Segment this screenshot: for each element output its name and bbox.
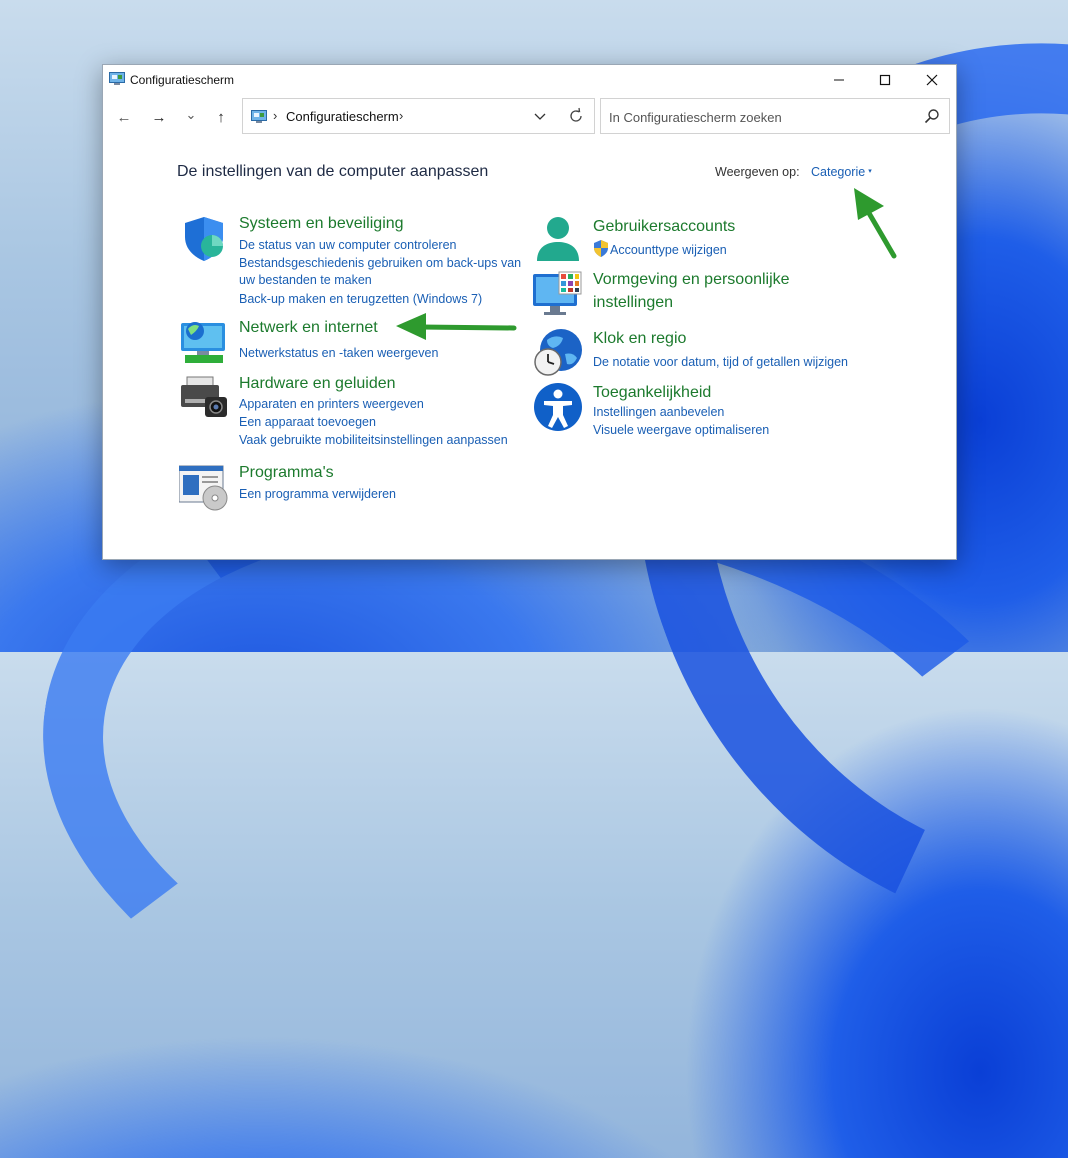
- control-panel-window: Configuratiescherm ← → ⌄ ↑ › Configurati…: [102, 64, 957, 560]
- accessibility-icon[interactable]: [533, 382, 583, 432]
- maximize-button[interactable]: [862, 65, 908, 95]
- category-title-system[interactable]: Systeem en beveiliging: [239, 213, 404, 235]
- programs-icon[interactable]: [179, 462, 229, 512]
- view-by-label: Weergeven op:: [715, 165, 800, 179]
- search-box[interactable]: [600, 98, 950, 134]
- category-title-clock[interactable]: Klok en regio: [593, 328, 686, 350]
- view-by-value: Categorie: [811, 165, 866, 179]
- link-network-status[interactable]: Netwerkstatus en -taken weergeven: [239, 344, 438, 362]
- link-file-history-cont[interactable]: uw bestanden te maken: [239, 271, 372, 289]
- category-title-accessibility[interactable]: Toegankelijkheid: [593, 382, 711, 404]
- refresh-icon[interactable]: [567, 107, 585, 125]
- link-date-time-format[interactable]: De notatie voor datum, tijd of getallen …: [593, 353, 848, 371]
- annotation-arrow-network: [396, 313, 517, 340]
- appearance-icon[interactable]: [533, 270, 583, 320]
- uac-shield-icon: [594, 240, 608, 257]
- close-icon: [926, 74, 938, 86]
- maximize-icon: [879, 74, 891, 86]
- view-by-dropdown[interactable]: Categorie ▾: [811, 165, 872, 179]
- window-title: Configuratiescherm: [130, 73, 235, 87]
- link-check-status[interactable]: De status van uw computer controleren: [239, 236, 456, 254]
- user-icon[interactable]: [533, 215, 583, 265]
- control-panel-icon: [251, 110, 267, 123]
- search-input[interactable]: [607, 107, 911, 127]
- link-backup-restore[interactable]: Back-up maken en terugzetten (Windows 7): [239, 290, 482, 308]
- minimize-icon: [834, 79, 844, 81]
- close-button[interactable]: [909, 65, 955, 95]
- chevron-down-icon: ⌄: [185, 107, 197, 122]
- annotation-arrow-view-by: [854, 188, 897, 259]
- printer-icon[interactable]: [179, 373, 229, 423]
- link-mobility-settings[interactable]: Vaak gebruikte mobiliteitsinstellingen a…: [239, 431, 508, 449]
- forward-button[interactable]: →: [147, 105, 171, 129]
- network-icon[interactable]: [179, 317, 229, 367]
- chevron-down-icon[interactable]: [531, 107, 549, 125]
- back-arrow-icon: ←: [116, 108, 132, 126]
- category-title-hardware[interactable]: Hardware en geluiden: [239, 373, 396, 395]
- category-title-users[interactable]: Gebruikersaccounts: [593, 216, 735, 238]
- link-change-account-type[interactable]: Accounttype wijzigen: [610, 241, 727, 259]
- recent-locations-button[interactable]: ⌄: [179, 103, 203, 127]
- address-bar[interactable]: › Configuratiescherm ›: [242, 98, 595, 134]
- navigation-toolbar: ← → ⌄ ↑ › Configuratiescherm ›: [103, 97, 956, 137]
- shield-icon[interactable]: [179, 213, 229, 263]
- minimize-button[interactable]: [816, 65, 862, 95]
- link-recommend-settings[interactable]: Instellingen aanbevelen: [593, 403, 724, 421]
- up-button[interactable]: ↑: [209, 105, 233, 129]
- category-title-programs[interactable]: Programma's: [239, 462, 334, 484]
- caret-down-icon: ▾: [868, 168, 872, 175]
- link-file-history[interactable]: Bestandsgeschiedenis gebruiken om back-u…: [239, 254, 521, 272]
- category-title-network[interactable]: Netwerk en internet: [239, 317, 378, 339]
- link-uninstall-program[interactable]: Een programma verwijderen: [239, 485, 396, 503]
- breadcrumb-separator[interactable]: ›: [399, 108, 403, 123]
- breadcrumb-separator[interactable]: ›: [273, 108, 277, 123]
- back-button[interactable]: ←: [112, 105, 136, 129]
- category-title-appearance-line1[interactable]: Vormgeving en persoonlijke: [593, 269, 790, 291]
- search-icon[interactable]: [924, 108, 940, 124]
- breadcrumb-control-panel[interactable]: Configuratiescherm: [286, 109, 399, 124]
- up-arrow-icon: ↑: [217, 108, 225, 126]
- forward-arrow-icon: →: [151, 108, 167, 126]
- page-title: De instellingen van de computer aanpasse…: [177, 163, 489, 180]
- category-title-appearance-line2[interactable]: instellingen: [593, 292, 673, 314]
- link-devices-printers[interactable]: Apparaten en printers weergeven: [239, 395, 424, 413]
- control-panel-icon: [109, 72, 125, 85]
- link-add-device[interactable]: Een apparaat toevoegen: [239, 413, 376, 431]
- title-bar[interactable]: Configuratiescherm: [103, 65, 956, 95]
- link-optimize-visual[interactable]: Visuele weergave optimaliseren: [593, 421, 769, 439]
- clock-globe-icon[interactable]: [533, 328, 583, 378]
